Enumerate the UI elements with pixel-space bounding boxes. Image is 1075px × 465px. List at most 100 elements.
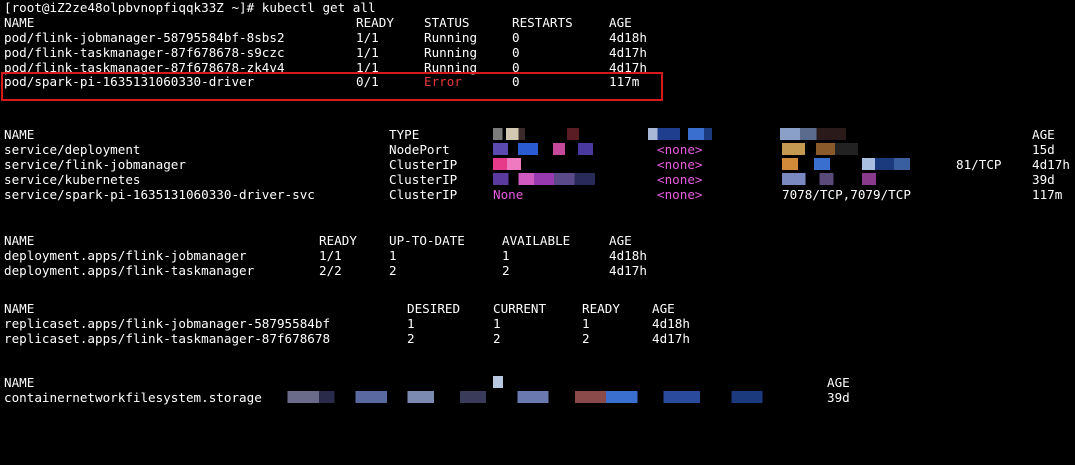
- deployment-available: 1: [502, 248, 510, 263]
- col-header-type: TYPE: [389, 127, 420, 142]
- service-type: ClusterIP: [389, 187, 458, 202]
- pod-status: Running: [424, 30, 478, 45]
- service-ports: 7078/TCP,7079/TCP: [782, 187, 911, 202]
- replicaset-ready: 1: [582, 316, 590, 331]
- col-header-desired: DESIRED: [407, 301, 461, 316]
- redacted-block: [493, 173, 595, 185]
- deployment-age: 4d18h: [609, 248, 647, 263]
- col-header-ready: READY: [582, 301, 620, 316]
- col-header-status: STATUS: [424, 15, 470, 30]
- replicaset-desired: 2: [407, 331, 415, 346]
- service-type: ClusterIP: [389, 172, 458, 187]
- deployment-available: 2: [502, 263, 510, 278]
- service-age: 117m: [1032, 187, 1063, 202]
- replicaset-age: 4d17h: [652, 331, 690, 346]
- col-header-name: NAME: [4, 375, 35, 390]
- pod-status-error: Error: [424, 74, 462, 89]
- pod-age: 4d17h: [609, 45, 647, 60]
- storage-row: containernetworkfilesystem.storage 39d: [4, 390, 850, 405]
- deployment-ready: 1/1: [319, 248, 342, 263]
- service-external-ip: <none>: [657, 172, 703, 187]
- storage-row-partial: [4, 404, 34, 409]
- terminal-window[interactable]: [root@iZ2ze48olpbvnopfiqqk33Z ~]# kubect…: [0, 0, 1075, 409]
- pod-restarts: 0: [512, 74, 520, 89]
- pod-ready: 1/1: [356, 30, 379, 45]
- pod-age: 4d17h: [609, 60, 647, 75]
- pod-restarts: 0: [512, 45, 520, 60]
- pod-ready: 0/1: [356, 74, 379, 89]
- storage-name: containernetworkfilesystem.storage: [4, 390, 262, 405]
- col-header-up-to-date: UP-TO-DATE: [389, 233, 465, 248]
- pod-age: 117m: [609, 74, 640, 89]
- service-external-ip: <none>: [657, 157, 703, 172]
- deployment-up-to-date: 2: [389, 263, 397, 278]
- deployment-name: deployment.apps/flink-taskmanager: [4, 263, 255, 278]
- pod-name: pod/flink-taskmanager-87f678678-s9czc: [4, 45, 285, 60]
- pod-restarts: 0: [512, 60, 520, 75]
- command-prompt-line: [root@iZ2ze48olpbvnopfiqqk33Z ~]# kubect…: [4, 0, 376, 15]
- deployment-up-to-date: 1: [389, 248, 397, 263]
- pod-status: Running: [424, 60, 478, 75]
- redacted-block: [567, 128, 579, 140]
- service-row: service/flink-jobmanager ClusterIP <none…: [4, 157, 1070, 172]
- service-external-ip: <none>: [657, 187, 703, 202]
- deployment-row: deployment.apps/flink-jobmanager 1/1 1 1…: [4, 248, 647, 263]
- deployment-age: 4d17h: [609, 263, 647, 278]
- replicaset-row: replicaset.apps/flink-taskmanager-87f678…: [4, 331, 690, 346]
- replicaset-name: replicaset.apps/flink-taskmanager-87f678…: [4, 331, 331, 346]
- deployment-row: deployment.apps/flink-taskmanager 2/2 2 …: [4, 263, 647, 278]
- pod-name: pod/spark-pi-1635131060330-driver: [4, 74, 255, 89]
- service-age: 15d: [1032, 142, 1055, 157]
- service-ports: 81/TCP: [956, 157, 1002, 172]
- pod-ready: 1/1: [356, 45, 379, 60]
- redacted-block: [782, 143, 858, 155]
- col-header-restarts: RESTARTS: [512, 15, 573, 30]
- pod-status: Running: [424, 45, 478, 60]
- col-header-name: NAME: [4, 127, 35, 142]
- replicaset-row: replicaset.apps/flink-jobmanager-5879558…: [4, 316, 690, 331]
- service-name: service/flink-jobmanager: [4, 157, 186, 172]
- col-header-age: AGE: [652, 301, 675, 316]
- col-header-age: AGE: [1032, 127, 1055, 142]
- replicaset-name: replicaset.apps/flink-jobmanager-5879558…: [4, 316, 331, 331]
- redacted-block: [782, 173, 876, 185]
- service-name: service/spark-pi-1635131060330-driver-sv…: [4, 187, 315, 202]
- service-age: 39d: [1032, 172, 1055, 187]
- col-header-name: NAME: [4, 15, 35, 30]
- col-header-ready: READY: [319, 233, 357, 248]
- pod-name: pod/flink-jobmanager-58795584bf-8sbs2: [4, 30, 285, 45]
- deployments-header-row: NAME READY UP-TO-DATE AVAILABLE AGE: [4, 233, 632, 248]
- service-cluster-ip: None: [493, 187, 524, 202]
- redacted-block: [493, 128, 525, 140]
- pod-row-error: pod/spark-pi-1635131060330-driver 0/1 Er…: [4, 74, 639, 89]
- replicaset-current: 2: [493, 331, 501, 346]
- replicaset-age: 4d18h: [652, 316, 690, 331]
- redacted-block: [648, 128, 728, 140]
- redacted-block: [493, 376, 503, 388]
- storage-age: 39d: [827, 390, 850, 405]
- col-header-ready: READY: [356, 15, 394, 30]
- storage-header-row: NAME AGE: [4, 375, 850, 390]
- col-header-name: NAME: [4, 301, 35, 316]
- col-header-current: CURRENT: [493, 301, 547, 316]
- pod-restarts: 0: [512, 30, 520, 45]
- col-header-available: AVAILABLE: [502, 233, 571, 248]
- pods-header-row: NAME READY STATUS RESTARTS AGE: [4, 15, 632, 30]
- services-header-row: NAME TYPE AGE: [4, 127, 1055, 142]
- pod-name: pod/flink-taskmanager-87f678678-zk4v4: [4, 60, 285, 75]
- redacted-block: [780, 128, 846, 140]
- service-row: service/kubernetes ClusterIP <none> 39d: [4, 172, 1055, 187]
- col-header-age: AGE: [609, 15, 632, 30]
- pod-row: pod/flink-jobmanager-58795584bf-8sbs2 1/…: [4, 30, 647, 45]
- pod-row: pod/flink-taskmanager-87f678678-s9czc 1/…: [4, 45, 647, 60]
- replicasets-header-row: NAME DESIRED CURRENT READY AGE: [4, 301, 675, 316]
- replicaset-current: 1: [493, 316, 501, 331]
- col-header-age: AGE: [609, 233, 632, 248]
- pod-row: pod/flink-taskmanager-87f678678-zk4v4 1/…: [4, 60, 647, 75]
- pod-ready: 1/1: [356, 60, 379, 75]
- service-external-ip: <none>: [657, 142, 703, 157]
- deployment-ready: 2/2: [319, 263, 342, 278]
- service-name: service/deployment: [4, 142, 141, 157]
- redacted-block: [493, 143, 593, 155]
- service-type: ClusterIP: [389, 157, 458, 172]
